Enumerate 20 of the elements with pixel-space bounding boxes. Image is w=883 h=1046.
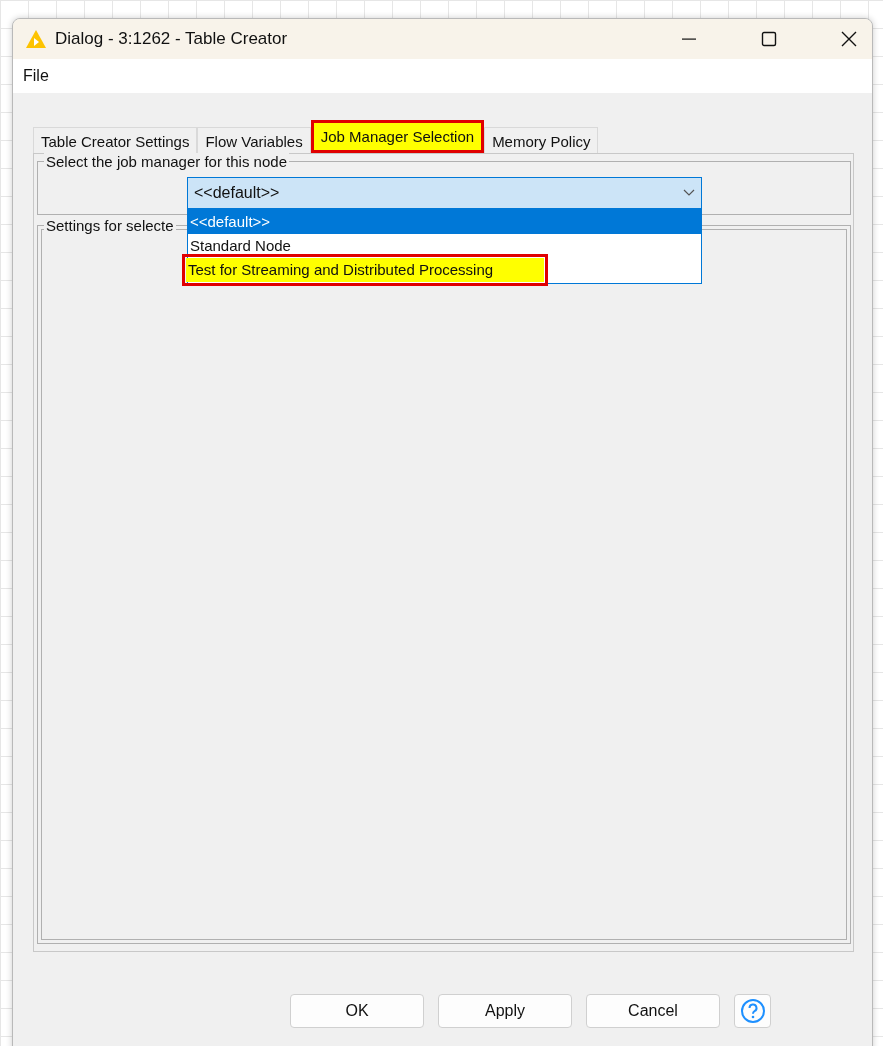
menu-item[interactable]: File	[23, 67, 49, 85]
tab[interactable]: Job Manager Selection	[310, 120, 485, 153]
triangle-logo-icon	[25, 29, 47, 49]
tab[interactable]: Table Creator Settings	[33, 127, 198, 154]
dropdown-option[interactable]: <<default>>	[188, 210, 701, 234]
dialog-button[interactable]: Apply	[438, 994, 572, 1028]
group-title: Select the job manager for this node	[44, 153, 289, 170]
group-title: Settings for selecte	[44, 217, 176, 234]
dialog-button[interactable]: Cancel	[586, 994, 720, 1028]
window-title: Dialog - 3:1262 - Table Creator	[55, 29, 289, 49]
help-button[interactable]	[734, 994, 771, 1028]
maximize-icon	[761, 31, 777, 47]
help-icon	[739, 998, 766, 1024]
tab[interactable]: Memory Policy	[484, 127, 599, 154]
close-icon	[841, 31, 857, 47]
minimize-icon	[682, 38, 696, 40]
tab[interactable]: Flow Variables	[197, 127, 311, 154]
dialog-button[interactable]: OK	[290, 994, 424, 1028]
job-manager-dropdown[interactable]: <<default>>	[187, 177, 702, 209]
chevron-down-icon	[683, 189, 695, 197]
